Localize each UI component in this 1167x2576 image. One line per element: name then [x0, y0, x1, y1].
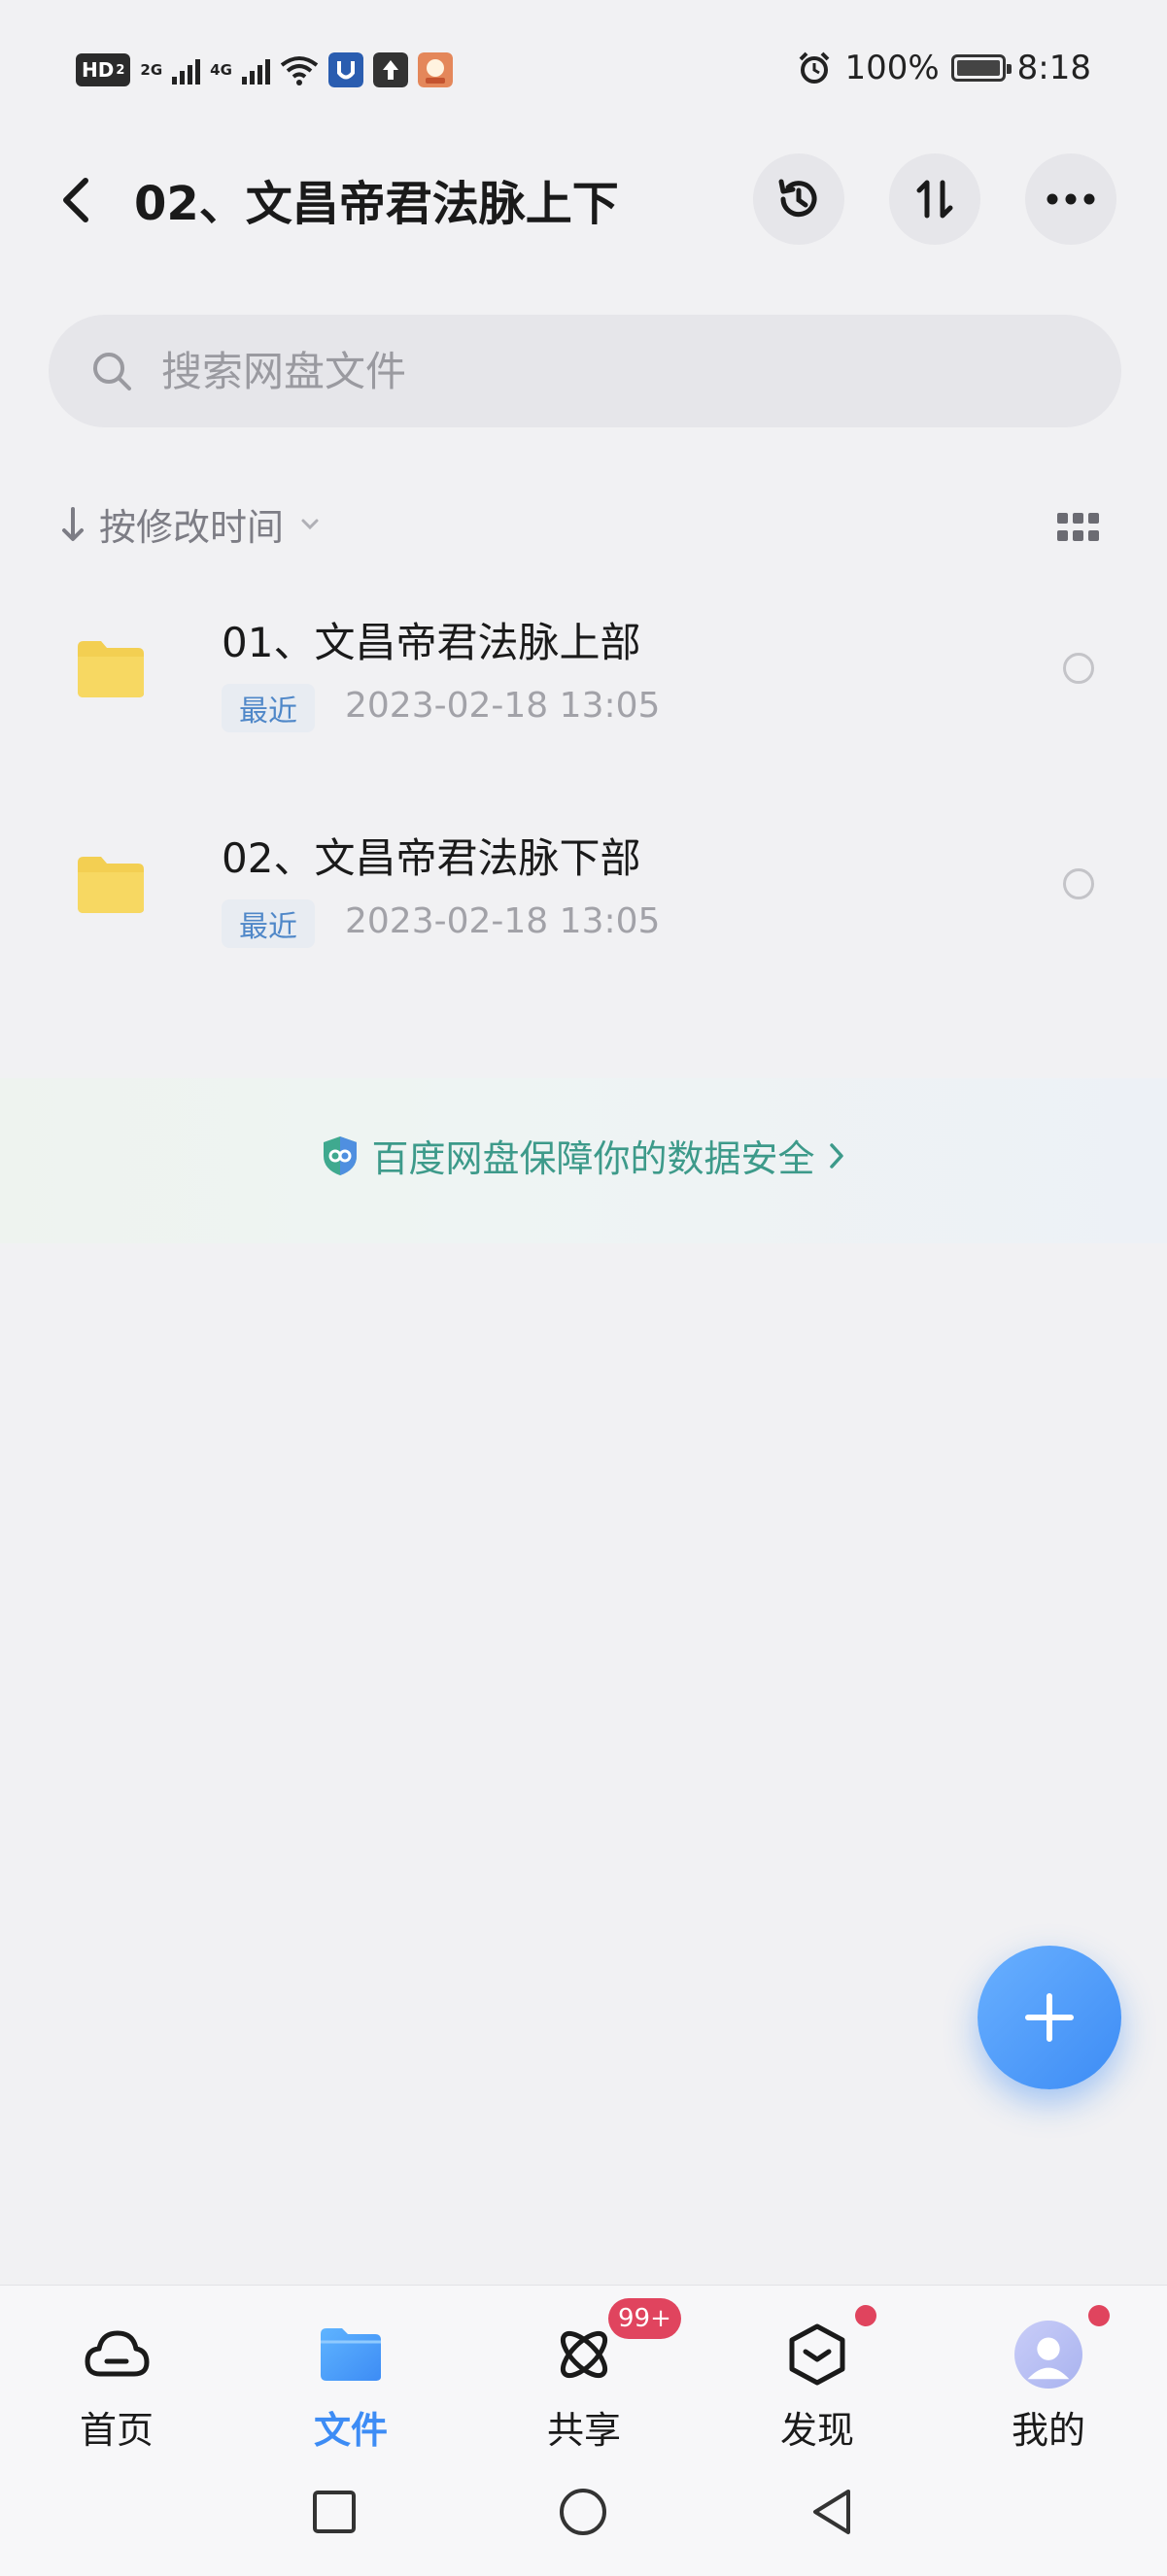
- battery-percent: 100%: [844, 49, 940, 87]
- folder-icon: [78, 857, 144, 913]
- atom-icon: [550, 2321, 618, 2389]
- hd-badge: HD 2: [76, 53, 131, 86]
- nav-label: 首页: [79, 2409, 154, 2452]
- cloud-icon: [83, 2321, 151, 2389]
- security-banner[interactable]: 百度网盘保障你的数据安全: [0, 1078, 1167, 1243]
- folder-icon: [317, 2321, 385, 2389]
- select-radio[interactable]: [1063, 868, 1094, 899]
- nav-label: 文件: [313, 2409, 388, 2452]
- home-button[interactable]: [558, 2487, 608, 2537]
- plus-icon: [1025, 1993, 1074, 2042]
- nav-label: 我的: [1011, 2409, 1085, 2452]
- system-back-button[interactable]: [807, 2487, 857, 2537]
- grid-view-button[interactable]: [1057, 513, 1100, 542]
- wifi-icon: [280, 56, 319, 85]
- search-input[interactable]: [159, 346, 1038, 396]
- history-button[interactable]: [753, 153, 844, 245]
- file-row[interactable]: 02、文昌帝君法脉下部 最近 2023-02-18 13:05: [0, 798, 1167, 973]
- search-bar[interactable]: [49, 315, 1121, 427]
- nav-label: 发现: [779, 2409, 854, 2452]
- hd-label: HD: [82, 58, 115, 82]
- system-nav-bar: [0, 2448, 1167, 2576]
- recent-tag: 最近: [222, 684, 315, 732]
- file-name: 01、文昌帝君法脉上部: [222, 619, 641, 666]
- file-date: 2023-02-18 13:05: [345, 686, 661, 726]
- nav-item-me[interactable]: 我的: [980, 2321, 1116, 2454]
- file-name: 02、文昌帝君法脉下部: [222, 834, 641, 882]
- notification-dot: [1088, 2305, 1110, 2326]
- add-button[interactable]: [978, 1946, 1121, 2089]
- status-bar: HD 2 2G 4G 100% 8:18: [0, 39, 1167, 109]
- battery-fill: [956, 60, 1000, 76]
- triangle-back-icon: [813, 2490, 850, 2534]
- alarm-icon: [800, 51, 830, 84]
- notification-dot: [855, 2305, 876, 2326]
- nav-item-home[interactable]: 首页: [49, 2321, 185, 2454]
- sim1-signal-icon: [172, 55, 201, 85]
- status-right: 100% 8:18: [796, 49, 1091, 87]
- shield-app-icon: [327, 52, 363, 87]
- avatar-icon: [1014, 2321, 1082, 2389]
- more-dots-icon: [1047, 193, 1095, 205]
- recent-apps-button[interactable]: [309, 2487, 360, 2537]
- upload-app-icon: [372, 52, 408, 87]
- sim1-network-label: 2G: [140, 60, 163, 79]
- hd-sub: 2: [116, 62, 125, 78]
- sort-label: 按修改时间: [99, 506, 285, 549]
- nav-item-discover[interactable]: 发现: [749, 2321, 885, 2454]
- sim2-signal-icon: [241, 55, 270, 85]
- game-app-icon: [417, 52, 453, 87]
- clock: 8:18: [1016, 49, 1091, 87]
- bottom-nav: 首页 文件 共享 发现 我的: [0, 2285, 1167, 2452]
- status-left: HD 2 2G 4G: [76, 52, 453, 87]
- file-row[interactable]: 01、文昌帝君法脉上部 最近 2023-02-18 13:05: [0, 583, 1167, 758]
- nav-label: 共享: [546, 2409, 621, 2452]
- square-icon: [313, 2491, 356, 2533]
- shield-icon: [324, 1135, 358, 1175]
- recent-tag: 最近: [222, 899, 315, 948]
- battery-icon: [950, 54, 1012, 82]
- chevron-left-icon: [63, 178, 88, 222]
- transfer-arrows-icon: [916, 180, 953, 219]
- more-button[interactable]: [1025, 153, 1116, 245]
- chevron-right-icon: [829, 1142, 843, 1169]
- file-date: 2023-02-18 13:05: [345, 901, 661, 941]
- share-count-badge: 99+: [608, 2298, 681, 2339]
- search-icon: [93, 353, 131, 390]
- nav-item-files[interactable]: 文件: [283, 2321, 419, 2454]
- circle-icon: [560, 2489, 606, 2535]
- banner-text: 百度网盘保障你的数据安全: [371, 1137, 815, 1180]
- sim2-network-label: 4G: [210, 60, 232, 79]
- back-button[interactable]: [49, 167, 103, 233]
- cube-icon: [783, 2321, 851, 2389]
- nav-item-share[interactable]: 共享: [516, 2321, 652, 2454]
- page-title: 02、文昌帝君法脉上下: [134, 177, 619, 231]
- transfer-button[interactable]: [889, 153, 980, 245]
- chevron-down-icon: [301, 519, 319, 529]
- select-radio[interactable]: [1063, 653, 1094, 684]
- arrow-down-icon: [62, 506, 84, 541]
- history-icon: [778, 179, 817, 218]
- sort-selector[interactable]: 按修改时间: [60, 497, 323, 551]
- folder-icon: [78, 641, 144, 697]
